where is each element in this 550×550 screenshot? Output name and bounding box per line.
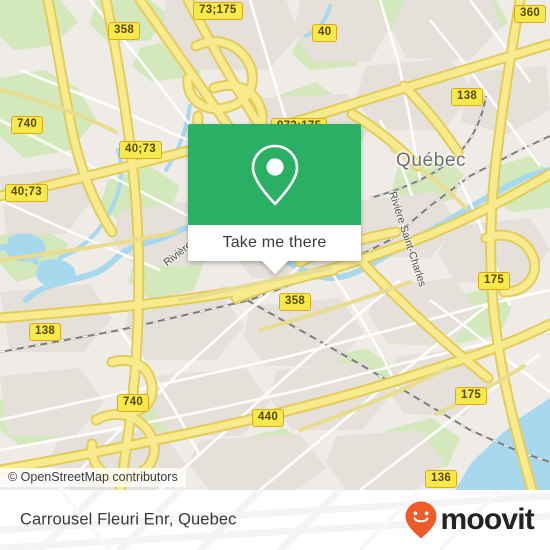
card-pin-area [188,124,361,225]
road-shield: 40;73 [5,184,48,202]
road-shield: 440 [252,409,285,427]
road-shield: 175 [455,387,488,405]
card-cta-label: Take me there [222,234,327,251]
road-shield: 175 [478,272,511,290]
city-label-quebec: Québec [396,150,467,171]
road-shield: 358 [108,22,141,40]
road-shield: 40 [312,24,338,42]
card-cta[interactable]: Take me there [188,225,361,261]
road-shield: 740 [11,116,44,134]
road-shield: 136 [425,470,458,488]
moovit-wordmark: moovit [440,503,534,536]
moovit-map-screenshot: 358 73;175 40 360 138 740 40;73 973;175 … [0,0,550,550]
place-title: Carrousel Fleuri Enr, Quebec [20,510,237,529]
road-shield: 360 [514,5,547,23]
road-shield: 40;73 [119,141,162,159]
road-shield: 138 [451,88,484,106]
take-me-there-card[interactable]: Take me there [188,124,361,275]
road-shield: 73;175 [193,2,243,20]
road-shield: 138 [29,323,62,341]
moovit-logo[interactable]: moovit [404,500,535,540]
moovit-smiley-pin-icon [405,501,437,539]
footer-bar: Carrousel Fleuri Enr, Quebec moovit [0,490,550,550]
road-shield: 740 [117,394,150,412]
road-shield: 358 [279,293,312,311]
map-canvas[interactable]: 358 73;175 40 360 138 740 40;73 973;175 … [0,0,550,490]
osm-attribution[interactable]: © OpenStreetMap contributors [0,468,186,487]
map-pin-icon [251,144,298,205]
